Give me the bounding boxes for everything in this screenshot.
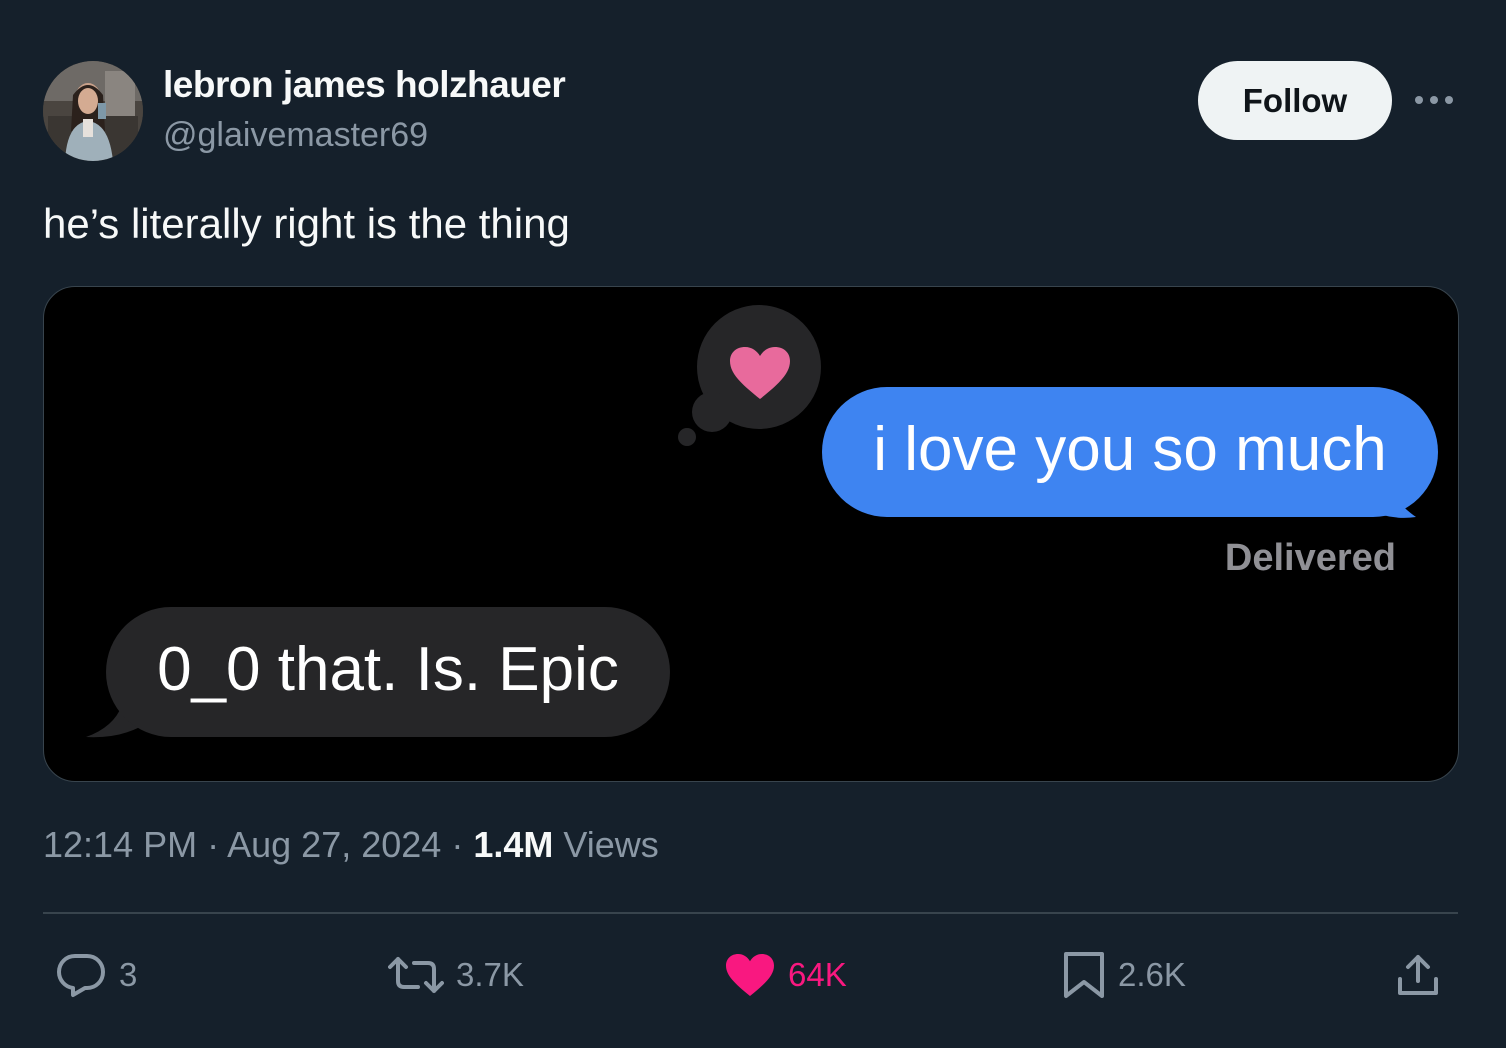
retweet-icon <box>388 953 444 997</box>
retweet-button[interactable]: 3.7K <box>388 950 524 1000</box>
meta-separator: · <box>207 824 220 865</box>
views-count: 1.4M <box>473 824 554 865</box>
reaction-bubble-small <box>692 392 732 432</box>
received-message-bubble: 0_0 that. Is. Epic <box>106 607 670 737</box>
bookmark-button[interactable]: 2.6K <box>1062 950 1186 1000</box>
retweet-count: 3.7K <box>456 956 524 993</box>
reply-count: 3 <box>119 956 138 993</box>
more-horizontal-icon <box>1415 96 1453 104</box>
author-avatar[interactable] <box>43 61 143 161</box>
author-name[interactable]: lebron james holzhauer <box>163 64 566 106</box>
bookmark-count: 2.6K <box>1118 956 1186 993</box>
author-handle[interactable]: @glaivemaster69 <box>163 116 428 155</box>
profile-photo-icon <box>43 61 143 161</box>
share-icon <box>1394 951 1442 999</box>
like-count: 64K <box>788 956 847 993</box>
more-options-button[interactable] <box>1412 84 1456 116</box>
bookmark-icon <box>1062 950 1106 1000</box>
heart-icon <box>730 347 790 399</box>
tweet-time[interactable]: 12:14 PM <box>43 824 197 865</box>
tweet: lebron james holzhauer @glaivemaster69 F… <box>0 0 1506 1048</box>
sent-message-bubble: i love you so much <box>822 387 1438 517</box>
reply-icon <box>55 952 107 998</box>
divider <box>43 912 1458 914</box>
views-label: Views <box>563 824 659 865</box>
reply-button[interactable]: 3 <box>55 950 137 1000</box>
tweet-date[interactable]: Aug 27, 2024 <box>227 824 441 865</box>
tweet-meta: 12:14 PM · Aug 27, 2024 · 1.4M Views <box>43 824 659 866</box>
like-button[interactable]: 64K <box>724 950 847 1000</box>
heart-filled-icon <box>724 952 776 998</box>
follow-button[interactable]: Follow <box>1198 61 1392 140</box>
tweet-media-image[interactable]: i love you so much Delivered 0_0 that. I… <box>43 286 1459 782</box>
meta-separator: · <box>451 824 464 865</box>
tweet-text: he’s literally right is the thing <box>43 200 570 247</box>
delivered-status: Delivered <box>1224 537 1396 579</box>
share-button[interactable] <box>1394 950 1442 1000</box>
reaction-bubble-dot <box>678 428 696 446</box>
